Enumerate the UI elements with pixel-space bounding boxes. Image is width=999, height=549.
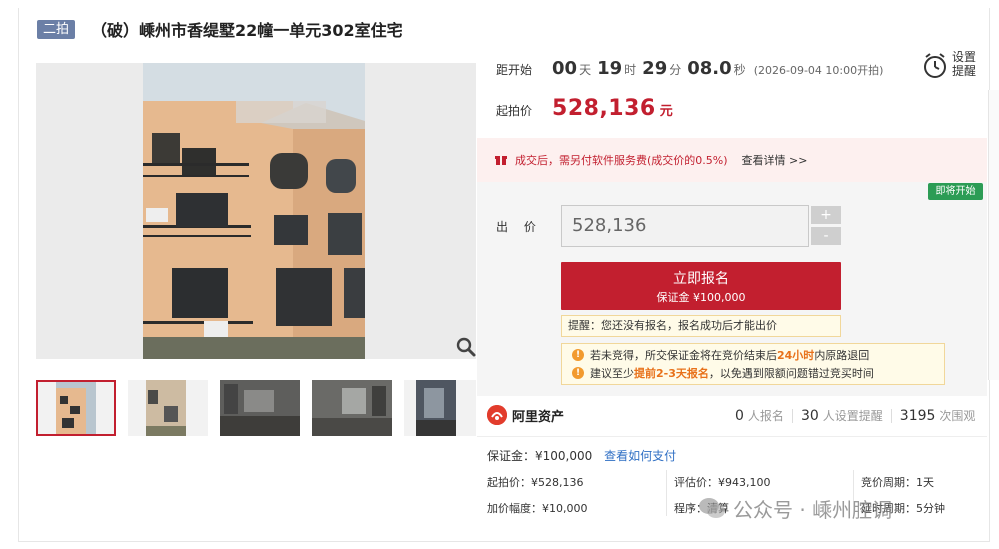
- service-fee-text: 成交后，需另付软件服务费(成交价的0.5%): [515, 154, 728, 167]
- info-cycle: 竞价周期：1天: [861, 476, 934, 489]
- bid-label: 出 价: [496, 220, 542, 234]
- signup-reminder: 提醒：您还没有报名，报名成功后才能出价: [561, 315, 841, 337]
- divider: [666, 470, 667, 516]
- status-badge: 即将开始: [928, 183, 983, 200]
- adjacent-panel-edge: [988, 90, 999, 380]
- start-price-row: 起拍价 528,136 元: [496, 96, 673, 121]
- main-property-photo[interactable]: [36, 63, 476, 359]
- bid-amount-input[interactable]: 528,136: [561, 205, 809, 247]
- warning-2-post: ，以免遇到限额问题错过竞买时间: [708, 367, 874, 380]
- view-details-link[interactable]: 查看详情 >>: [742, 152, 808, 168]
- countdown-minutes: 29: [642, 58, 668, 79]
- view-count: 3195: [899, 408, 936, 424]
- signup-deposit-label: 保证金 ¥100,000: [656, 291, 746, 304]
- start-datetime: (2026-09-04 10:00开拍): [753, 64, 884, 77]
- divider: [791, 408, 793, 423]
- signup-button-label: 立即报名: [673, 271, 729, 287]
- watermark-text: 公众号 · 嵊州腔调: [733, 497, 893, 522]
- signup-count-label: 人报名: [747, 409, 784, 423]
- thumbnail-4[interactable]: [312, 380, 392, 436]
- thumbnail-strip: [36, 380, 476, 436]
- warning-1-pre: 若未竞得，所交保证金将在竞价结束后: [590, 349, 777, 362]
- how-to-pay-link[interactable]: 查看如何支付: [604, 449, 676, 463]
- service-fee-notice: 成交后，需另付软件服务费(成交价的0.5%) 查看详情 >>: [477, 138, 987, 182]
- set-reminder-label: 设置提醒: [952, 50, 977, 78]
- decrease-bid-button[interactable]: -: [811, 227, 841, 245]
- signup-count: 0: [735, 408, 744, 424]
- set-reminder-button[interactable]: 设置提醒: [922, 50, 978, 80]
- countdown-seconds-unit: 秒: [733, 63, 746, 77]
- warning-2-highlight: 提前2-3天报名: [634, 367, 709, 380]
- start-price-label: 起拍价: [496, 104, 533, 118]
- watermark: 公众号 · 嵊州腔调: [697, 493, 892, 523]
- view-count-label: 次围观: [939, 409, 976, 423]
- countdown-minutes-unit: 分: [669, 63, 682, 77]
- info-start-price: 起拍价：¥528,136: [487, 476, 584, 489]
- thumbnail-3[interactable]: [220, 380, 300, 436]
- start-price-unit: 元: [659, 104, 673, 119]
- start-price-value: 528,136: [552, 96, 656, 121]
- wechat-icon: [699, 498, 725, 518]
- stats: 0 人报名 30 人设置提醒 3195 次围观: [735, 407, 975, 424]
- countdown-hours-unit: 时: [624, 63, 637, 77]
- countdown-days-unit: 天: [579, 63, 592, 77]
- signup-button[interactable]: 立即报名 保证金 ¥100,000: [561, 262, 841, 310]
- exclamation-icon: !: [572, 349, 584, 361]
- brand-name: 阿里资产: [512, 409, 565, 425]
- thumbnail-1[interactable]: [36, 380, 116, 436]
- reminder-count-label: 人设置提醒: [822, 409, 883, 423]
- warning-2-pre: 建议至少: [590, 367, 634, 380]
- divider: [890, 408, 892, 423]
- title-row: 二拍 （破）嵊州市香缇墅22幢一单元302室住宅: [37, 18, 403, 40]
- ali-assets-logo-icon: [487, 405, 507, 425]
- warning-line-2: ! 建议至少 提前2-3天报名 ，以免遇到限额问题错过竞买时间: [572, 364, 944, 382]
- info-appraisal: 评估价：¥943,100: [674, 476, 771, 489]
- info-increment: 加价幅度：¥10,000: [487, 502, 588, 515]
- page-title: （破）嵊州市香缇墅22幢一单元302室住宅: [91, 21, 403, 40]
- warning-line-1: ! 若未竞得，所交保证金将在竞价结束后 24小时 内原路退回: [572, 346, 944, 364]
- countdown-days: 00: [552, 58, 578, 79]
- deposit-label: 保证金：¥100,000: [487, 449, 593, 463]
- brand: 阿里资产: [487, 405, 564, 425]
- countdown-seconds: 08.0: [687, 58, 732, 79]
- warning-box: ! 若未竞得，所交保证金将在竞价结束后 24小时 内原路退回 ! 建议至少 提前2-3…: [561, 343, 945, 385]
- countdown-hours: 19: [597, 58, 623, 79]
- reminder-count: 30: [800, 408, 819, 424]
- round-badge: 二拍: [37, 19, 76, 39]
- countdown-label: 距开始: [496, 63, 533, 77]
- warning-1-post: 内原路退回: [814, 349, 870, 362]
- deposit-row: 保证金：¥100,000 查看如何支付: [487, 447, 676, 464]
- alarm-clock-icon: [924, 53, 946, 78]
- thumbnail-5[interactable]: [404, 380, 476, 436]
- thumbnail-2[interactable]: [128, 380, 208, 436]
- warning-1-highlight: 24小时: [777, 349, 815, 362]
- divider: [477, 436, 987, 437]
- increase-bid-button[interactable]: +: [811, 206, 841, 224]
- countdown: 距开始 00 天 19 时 29 分 08.0 秒 (2026-09-04 10…: [496, 58, 883, 84]
- exclamation-icon: !: [572, 367, 584, 379]
- gift-icon: [495, 156, 507, 165]
- zoom-icon[interactable]: [455, 336, 477, 358]
